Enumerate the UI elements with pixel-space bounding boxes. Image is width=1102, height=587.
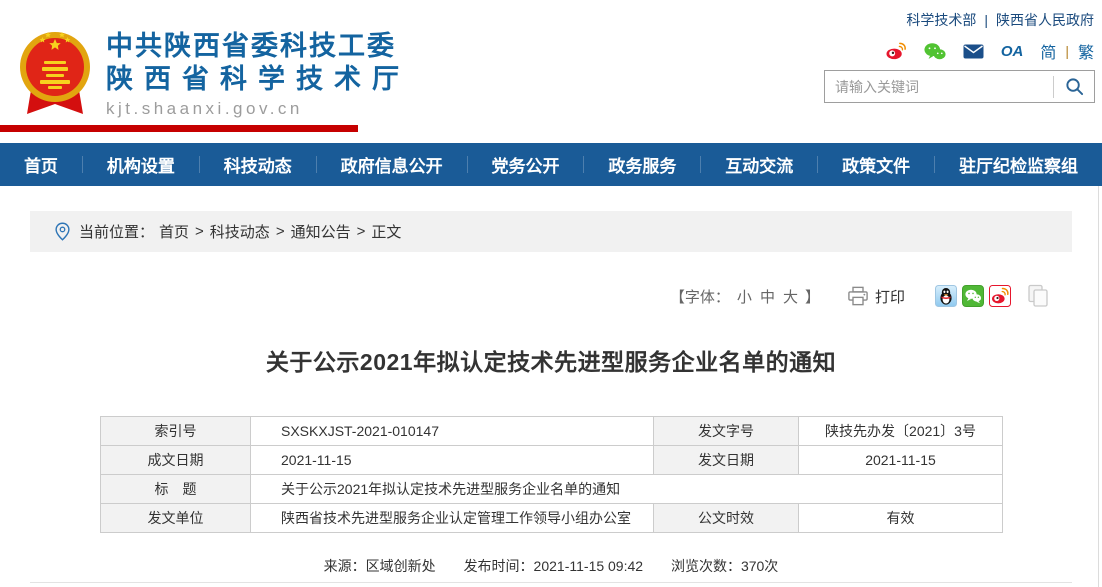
breadcrumb-item-tech-news[interactable]: 科技动态 <box>210 221 270 242</box>
location-pin-icon <box>55 222 70 241</box>
search-input[interactable] <box>825 71 1053 102</box>
wechat-icon[interactable] <box>962 285 984 307</box>
breadcrumb-item-notices[interactable]: 通知公告 <box>291 221 351 242</box>
printer-icon <box>847 286 869 306</box>
print-label: 打印 <box>875 286 905 307</box>
breadcrumb-separator: > <box>357 223 366 240</box>
meta-value-index: SXSKXJST-2021-010147 <box>251 417 654 446</box>
breadcrumb-item-current: 正文 <box>371 221 401 242</box>
site-url: kjt.shaanxi.gov.cn <box>106 99 410 119</box>
table-row: 成文日期 2021-11-15 发文日期 2021-11-15 <box>101 446 1003 475</box>
breadcrumb-separator: > <box>195 223 204 240</box>
breadcrumb-separator: > <box>276 223 285 240</box>
nav-item-gov-info[interactable]: 政府信息公开 <box>317 152 467 177</box>
nav-item-discipline-inspection[interactable]: 驻厅纪检监察组 <box>935 152 1102 177</box>
language-switch: 简 | 繁 <box>1040 39 1094 63</box>
meta-label-doc-number: 发文字号 <box>654 417 799 446</box>
meta-label-issue-date: 发文日期 <box>654 446 799 475</box>
meta-label-title: 标 题 <box>101 475 251 504</box>
link-shaanxi-gov[interactable]: 陕西省人民政府 <box>996 10 1094 30</box>
nav-item-policy-docs[interactable]: 政策文件 <box>818 152 934 177</box>
meta-value-validity: 有效 <box>799 504 1003 533</box>
header-quick-icons: OA 简 | 繁 <box>886 40 1094 62</box>
article-source-row: 来源：区域创新处 发布时间：2021-11-15 09:42 浏览次数：370次 <box>0 556 1102 576</box>
nav-item-gov-services[interactable]: 政务服务 <box>584 152 700 177</box>
lang-simplified[interactable]: 简 <box>1040 39 1056 63</box>
wechat-icon[interactable] <box>924 42 946 61</box>
share-buttons <box>935 284 1050 308</box>
meta-label-validity: 公文时效 <box>654 504 799 533</box>
top-links-separator: | <box>984 12 988 28</box>
table-row: 发文单位 陕西省技术先进型服务企业认定管理工作领导小组办公室 公文时效 有效 <box>101 504 1003 533</box>
main-nav: 首页 机构设置 科技动态 政府信息公开 党务公开 政务服务 互动交流 政策文件 … <box>0 143 1102 186</box>
meta-value-issue-date: 2021-11-15 <box>799 446 1003 475</box>
nav-item-interaction[interactable]: 互动交流 <box>701 152 817 177</box>
qq-icon[interactable] <box>935 285 957 307</box>
nav-item-home[interactable]: 首页 <box>0 152 82 177</box>
mail-icon[interactable] <box>963 44 984 59</box>
views-label: 浏览次数：370次 <box>671 558 778 574</box>
article-title: 关于公示2021年拟认定技术先进型服务企业名单的通知 <box>0 343 1102 377</box>
breadcrumb-item-home[interactable]: 首页 <box>159 221 189 242</box>
top-external-links: 科学技术部 | 陕西省人民政府 <box>906 10 1094 30</box>
meta-label-written-date: 成文日期 <box>101 446 251 475</box>
search-box <box>824 70 1095 103</box>
scrollbar-edge-line <box>1098 186 1099 587</box>
meta-label-index: 索引号 <box>101 417 251 446</box>
document-meta-table: 索引号 SXSKXJST-2021-010147 发文字号 陕技先办发〔2021… <box>100 416 1003 533</box>
nav-item-party-affairs[interactable]: 党务公开 <box>468 152 584 177</box>
copy-icon[interactable] <box>1020 284 1050 308</box>
link-most[interactable]: 科学技术部 <box>906 10 976 30</box>
source-label: 来源：区域创新处 <box>324 558 436 574</box>
nav-item-org[interactable]: 机构设置 <box>83 152 199 177</box>
breadcrumb: 当前位置： 首页 > 科技动态 > 通知公告 > 正文 <box>30 211 1072 252</box>
search-icon <box>1065 77 1084 96</box>
bottom-divider <box>30 582 1072 583</box>
org-title-line1: 中共陕西省委科技工委 <box>106 31 410 62</box>
font-size-label-close: 】 <box>805 286 820 307</box>
lang-traditional[interactable]: 繁 <box>1078 39 1094 63</box>
lang-separator: | <box>1065 43 1069 59</box>
breadcrumb-label: 当前位置： <box>79 221 154 242</box>
article-toolbar: 【字体： 小 中 大 】 打印 <box>667 284 1050 308</box>
font-size-control: 【字体： 小 中 大 】 <box>667 286 823 307</box>
meta-value-issuing-unit: 陕西省技术先进型服务企业认定管理工作领导小组办公室 <box>251 504 654 533</box>
meta-label-issuing-unit: 发文单位 <box>101 504 251 533</box>
font-large-button[interactable]: 大 <box>783 286 798 307</box>
header-red-accent-line <box>0 125 358 132</box>
font-size-label-open: 【字体： <box>670 286 730 307</box>
page: 中共陕西省委科技工委 陕西省科学技术厅 kjt.shaanxi.gov.cn 科… <box>0 0 1102 587</box>
search-button[interactable] <box>1054 71 1094 102</box>
oa-link[interactable]: OA <box>1001 43 1024 60</box>
table-row: 标 题 关于公示2021年拟认定技术先进型服务企业名单的通知 <box>101 475 1003 504</box>
site-title-block: 中共陕西省委科技工委 陕西省科学技术厅 kjt.shaanxi.gov.cn <box>106 31 410 119</box>
meta-value-written-date: 2021-11-15 <box>251 446 654 475</box>
print-button[interactable]: 打印 <box>847 286 905 307</box>
font-medium-button[interactable]: 中 <box>760 286 775 307</box>
meta-value-title: 关于公示2021年拟认定技术先进型服务企业名单的通知 <box>251 475 1003 504</box>
weibo-icon[interactable] <box>989 285 1011 307</box>
org-title-line2: 陕西省科学技术厅 <box>106 64 410 95</box>
weibo-icon[interactable] <box>886 42 907 60</box>
meta-value-doc-number: 陕技先办发〔2021〕3号 <box>799 417 1003 446</box>
publish-time-label: 发布时间：2021-11-15 09:42 <box>464 558 644 574</box>
font-small-button[interactable]: 小 <box>737 286 752 307</box>
nav-item-tech-news[interactable]: 科技动态 <box>200 152 316 177</box>
table-row: 索引号 SXSKXJST-2021-010147 发文字号 陕技先办发〔2021… <box>101 417 1003 446</box>
national-emblem-logo <box>18 24 92 122</box>
